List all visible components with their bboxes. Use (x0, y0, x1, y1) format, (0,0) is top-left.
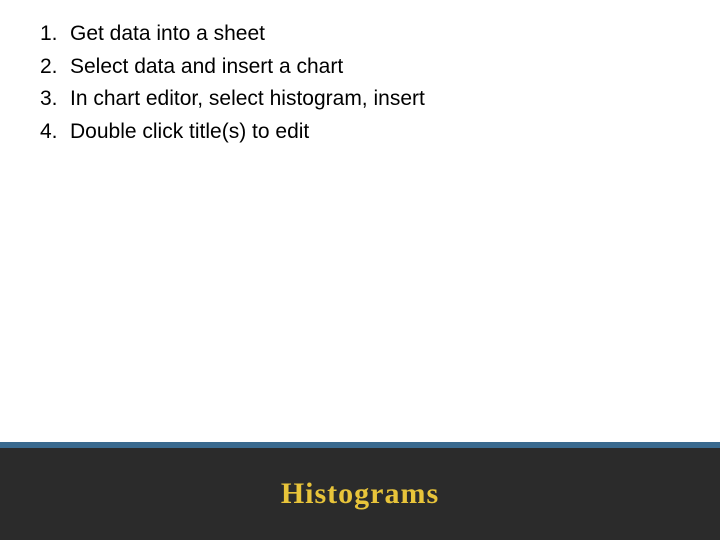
list-number: 4. (40, 116, 70, 149)
list-text: Select data and insert a chart (70, 51, 680, 84)
footer-bar: Histograms (0, 448, 720, 540)
list-number: 2. (40, 51, 70, 84)
list-item: 2. Select data and insert a chart (40, 51, 680, 84)
list-text: Double click title(s) to edit (70, 116, 680, 149)
list-number: 3. (40, 83, 70, 116)
list-text: Get data into a sheet (70, 18, 680, 51)
list-item: 3. In chart editor, select histogram, in… (40, 83, 680, 116)
content-area: 1. Get data into a sheet 2. Select data … (0, 0, 720, 166)
list-text: In chart editor, select histogram, inser… (70, 83, 680, 116)
list-item: 4. Double click title(s) to edit (40, 116, 680, 149)
footer-title: Histograms (281, 477, 439, 511)
list-number: 1. (40, 18, 70, 51)
list-item: 1. Get data into a sheet (40, 18, 680, 51)
instruction-list: 1. Get data into a sheet 2. Select data … (40, 18, 680, 148)
